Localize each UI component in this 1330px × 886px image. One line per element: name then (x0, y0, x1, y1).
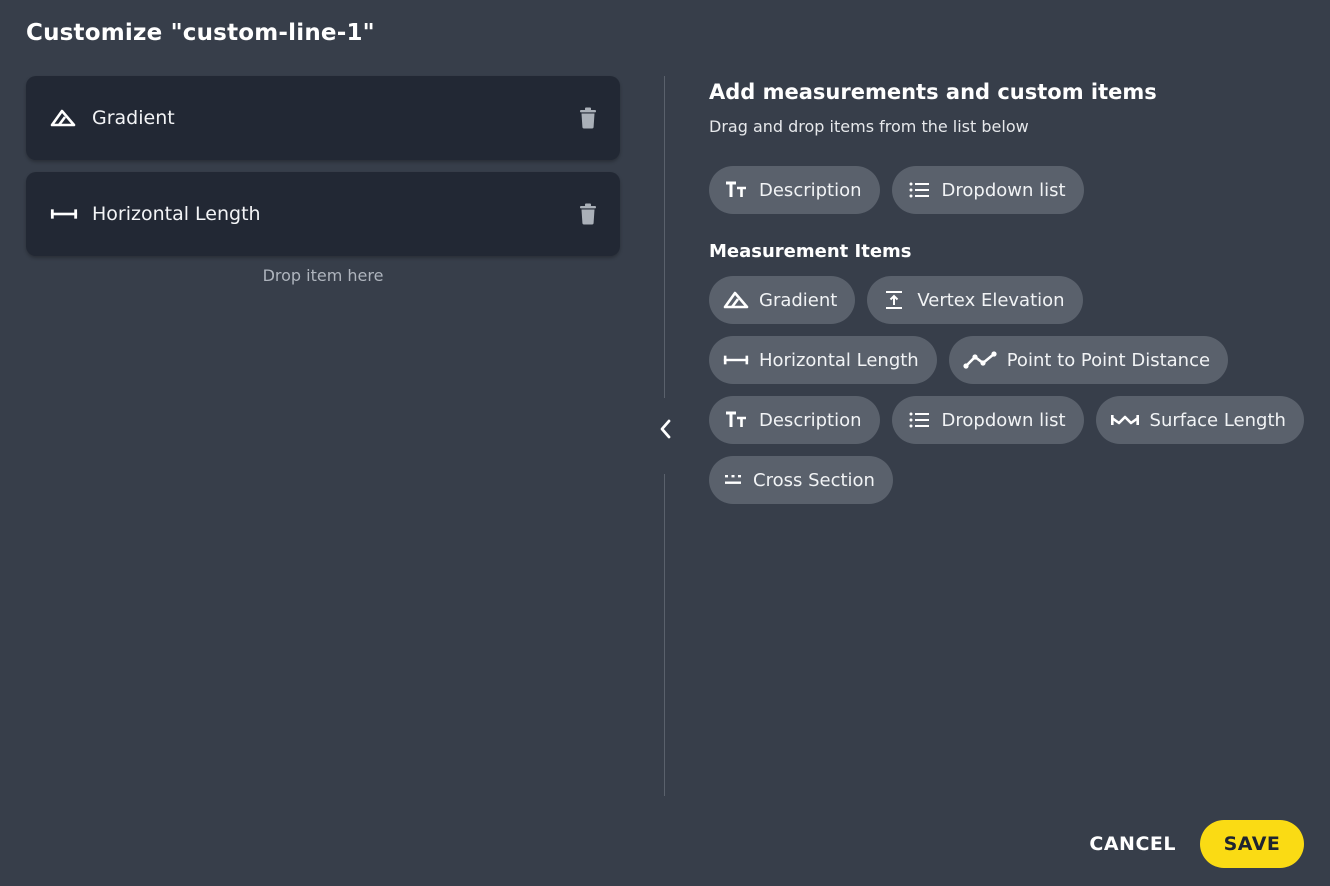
divider-bottom (664, 474, 665, 796)
cross-section-icon (723, 470, 743, 490)
horizontal-length-icon (50, 204, 78, 224)
selected-item-horizontal-length[interactable]: Horizontal Length (26, 172, 620, 256)
selected-item-gradient[interactable]: Gradient (26, 76, 620, 160)
text-icon (723, 410, 749, 430)
dialog-footer: CANCEL SAVE (1065, 820, 1304, 868)
collapse-button[interactable] (652, 416, 678, 446)
chip-gradient[interactable]: Gradient (709, 276, 856, 324)
measurement-items-heading: Measurement Items (709, 241, 912, 262)
divider-top (664, 76, 665, 398)
gradient-icon (50, 108, 78, 128)
chip-label: Cross Section (753, 469, 875, 491)
list-icon (906, 410, 932, 430)
chip-vertex-elevation[interactable]: Vertex Elevation (867, 276, 1083, 324)
horizontal-length-icon (723, 350, 749, 370)
dialog-title: Customize "custom-line-1" (26, 20, 375, 46)
selected-item-label: Gradient (92, 107, 175, 129)
drop-zone[interactable]: Drop item here (26, 266, 620, 285)
chip-label: Description (759, 409, 862, 431)
chip-label: Dropdown list (941, 409, 1066, 431)
chip-label: Horizontal Length (759, 349, 919, 371)
list-icon (906, 180, 932, 200)
chip-label: Description (759, 179, 862, 201)
chip-dropdown-list[interactable]: Dropdown list (891, 166, 1084, 214)
gradient-icon (723, 290, 749, 310)
chip-description[interactable]: Description (709, 396, 880, 444)
delete-icon[interactable] (578, 202, 598, 226)
save-button[interactable]: SAVE (1200, 820, 1304, 868)
selected-item-label: Horizontal Length (92, 203, 261, 225)
chip-surface-length[interactable]: Surface Length (1095, 396, 1304, 444)
text-icon (723, 180, 749, 200)
chip-cross-section[interactable]: Cross Section (709, 456, 893, 504)
selected-items-panel: Gradient Horizontal Length Drop item her… (26, 76, 620, 285)
chevron-left-icon (658, 418, 672, 444)
custom-items-list: Description Dropdown list (709, 166, 1309, 214)
chip-label: Surface Length (1149, 409, 1286, 431)
delete-icon[interactable] (578, 106, 598, 130)
point-to-point-icon (963, 350, 997, 370)
vertex-elevation-icon (881, 290, 907, 310)
chip-label: Dropdown list (941, 179, 1066, 201)
cancel-button[interactable]: CANCEL (1065, 820, 1200, 868)
chip-horizontal-length[interactable]: Horizontal Length (709, 336, 937, 384)
chip-label: Point to Point Distance (1006, 349, 1211, 371)
measurement-items-list: Gradient Vertex Elevation Horizontal Len… (709, 276, 1309, 504)
library-subheading: Drag and drop items from the list below (709, 117, 1029, 136)
item-library-panel: Add measurements and custom items Drag a… (709, 80, 1309, 504)
chip-label: Gradient (759, 289, 838, 311)
chip-description[interactable]: Description (709, 166, 880, 214)
chip-point-to-point-distance[interactable]: Point to Point Distance (948, 336, 1229, 384)
chip-dropdown-list[interactable]: Dropdown list (891, 396, 1084, 444)
surface-length-icon (1110, 410, 1140, 430)
chip-label: Vertex Elevation (917, 289, 1065, 311)
library-heading: Add measurements and custom items (709, 80, 1157, 104)
